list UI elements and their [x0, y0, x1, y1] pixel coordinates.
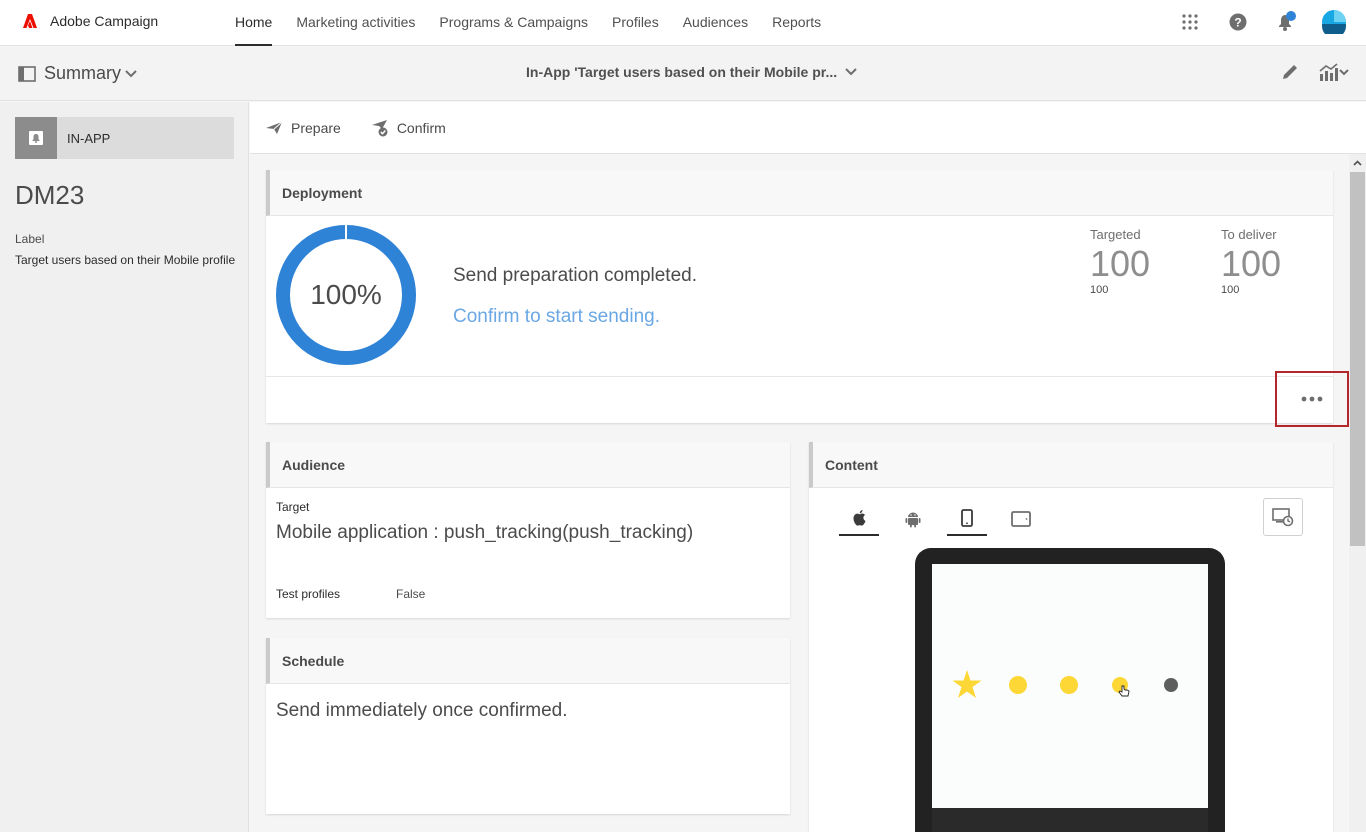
notification-bell-icon[interactable] [1274, 10, 1298, 34]
schedule-title: Schedule [266, 638, 790, 684]
user-avatar-icon[interactable] [1322, 10, 1346, 34]
schedule-text: Send immediately once confirmed. [276, 700, 568, 721]
app-name: Adobe Campaign [50, 13, 159, 29]
scrollbar-thumb[interactable] [1350, 172, 1365, 546]
progress-percent: 100% [310, 279, 382, 310]
label-caption: Label [15, 232, 45, 246]
top-navigation: Adobe Campaign Home Marketing activities… [0, 0, 1366, 46]
top-icons: ? [1154, 10, 1346, 34]
rating-dot-5 [1164, 678, 1178, 692]
nav-item-home[interactable]: Home [235, 0, 273, 46]
to-deliver-sub: 100 [1221, 284, 1240, 296]
in-app-message-preview [932, 564, 1208, 808]
in-app-bell-icon [15, 117, 57, 159]
delivery-title: In-App 'Target users based on their Mobi… [526, 64, 838, 80]
rating-dot-2 [1009, 676, 1027, 694]
nav-item-profiles[interactable]: Profiles [612, 0, 659, 46]
chevron-down-icon [125, 69, 137, 77]
paper-plane-icon [266, 121, 283, 134]
test-profiles-label: Test profiles [276, 587, 341, 601]
confirm-label: Confirm [396, 119, 446, 136]
deployment-divider [266, 376, 1333, 377]
prepare-label: Prepare [291, 119, 341, 136]
to-deliver-label: To deliver [1221, 227, 1277, 242]
chevron-down-icon [845, 68, 857, 76]
audience-card: Audience Target Mobile application : pus… [266, 442, 790, 618]
nav-item-marketing-activities[interactable]: Marketing activities [296, 0, 415, 46]
channel-label: IN-APP [67, 130, 111, 146]
main-nav: Home Marketing activities Programs & Cam… [235, 0, 845, 46]
preview-refresh-icon [1272, 508, 1294, 527]
channel-badge: IN-APP [15, 117, 234, 159]
tablet-icon[interactable] [1001, 502, 1041, 536]
more-actions-button[interactable] [1275, 371, 1349, 427]
phone-bottom-bezel [932, 808, 1208, 832]
android-icon[interactable] [893, 502, 933, 536]
targeted-sub: 100 [1090, 284, 1109, 296]
apps-grid-icon[interactable] [1178, 10, 1202, 34]
nav-item-reports[interactable]: Reports [772, 0, 821, 46]
schedule-card: Schedule Send immediately once confirmed… [266, 638, 790, 814]
content-card: Content [809, 442, 1333, 832]
summary-dropdown[interactable]: Summary [18, 63, 137, 84]
prepare-button[interactable]: Prepare [265, 120, 341, 136]
rating-star-icon [952, 670, 982, 698]
help-icon[interactable]: ? [1226, 10, 1250, 34]
confirm-send-icon [371, 119, 388, 136]
targeted-value: 100 [1090, 243, 1151, 284]
phone-icon[interactable] [947, 502, 987, 536]
edit-pencil-icon[interactable] [1280, 62, 1300, 82]
scroll-up-arrow-icon[interactable] [1349, 154, 1366, 171]
test-profiles-value: False [396, 587, 426, 601]
main-content: Prepare Confirm Deployment 100% Send pre… [250, 102, 1366, 832]
main-scrollbar[interactable] [1349, 154, 1366, 832]
svg-text:?: ? [1234, 16, 1241, 30]
rating-stars [952, 670, 1178, 698]
context-bar: Summary In-App 'Target users based on th… [0, 47, 1366, 101]
adobe-logo-icon [23, 14, 37, 28]
context-actions [1262, 62, 1350, 82]
confirm-sending-link[interactable]: Confirm to start sending. [453, 306, 660, 328]
preview-refresh-button[interactable] [1263, 498, 1303, 536]
kpi-to-deliver: To deliver 100 100 [1221, 227, 1281, 296]
deployment-status: Send preparation completed. [453, 265, 697, 286]
confirm-button[interactable]: Confirm [371, 119, 446, 137]
summary-label: Summary [44, 63, 122, 83]
nav-item-programs-campaigns[interactable]: Programs & Campaigns [439, 0, 588, 46]
more-dots-icon [1301, 396, 1323, 402]
audience-title: Audience [266, 442, 790, 488]
to-deliver-value: 100 [1221, 243, 1282, 284]
content-body [809, 488, 1333, 832]
sidebar-toggle-icon [18, 65, 36, 82]
apple-icon[interactable] [839, 502, 879, 536]
summary-panel: IN-APP DM23 Label Target users based on … [0, 102, 249, 832]
content-title: Content [809, 442, 1333, 488]
targeted-label: Targeted [1090, 227, 1141, 242]
reports-chart-icon[interactable] [1318, 62, 1350, 82]
deployment-title: Deployment [266, 170, 1333, 216]
target-label: Target [276, 500, 310, 514]
target-value: Mobile application : push_tracking(push_… [276, 522, 694, 543]
action-toolbar: Prepare Confirm [250, 102, 1366, 154]
delivery-code: DM23 [15, 180, 85, 210]
phone-preview [915, 548, 1225, 832]
device-tabs [839, 502, 1055, 536]
delivery-title-dropdown[interactable]: In-App 'Target users based on their Mobi… [526, 64, 857, 80]
rating-dot-3 [1060, 676, 1078, 694]
deployment-card: Deployment 100% Send preparation complet… [266, 170, 1333, 423]
nav-item-audiences[interactable]: Audiences [683, 0, 748, 46]
brand[interactable]: Adobe Campaign [22, 13, 158, 29]
kpi-targeted: Targeted 100 100 [1090, 227, 1150, 296]
label-value: Target users based on their Mobile profi… [15, 253, 236, 267]
